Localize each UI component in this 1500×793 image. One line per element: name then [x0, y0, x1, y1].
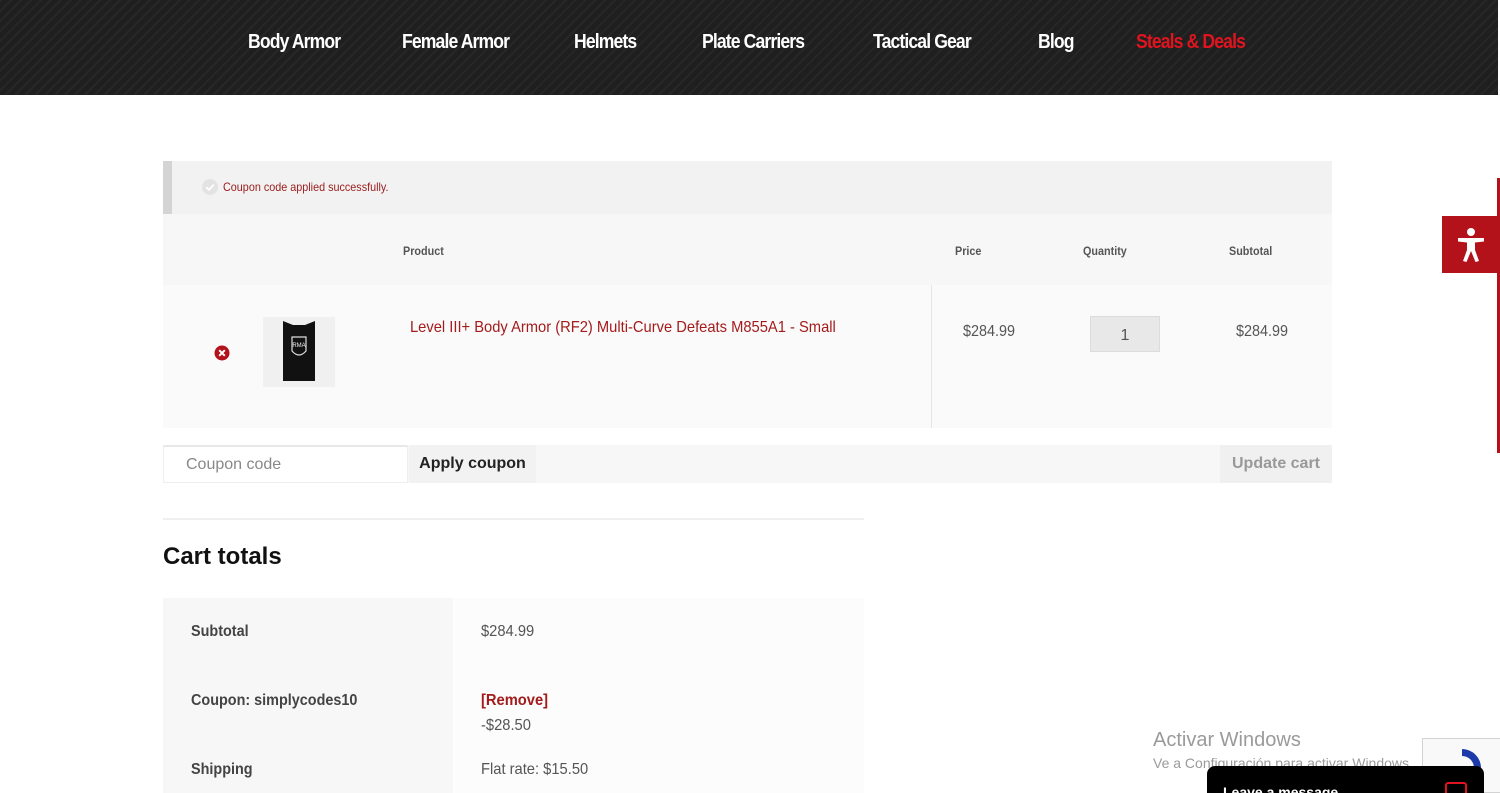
notice-message: Coupon code applied successfully. [223, 180, 389, 194]
totals-row-subtotal: Subtotal $284.99 [163, 598, 864, 667]
totals-separator [163, 518, 864, 520]
windows-activation-watermark: Activar Windows Ve a Configuración para … [1153, 729, 1413, 771]
nav-body-armor[interactable]: Body Armor [248, 28, 341, 56]
cart-item-row: RMA Level III+ Body Armor (RF2) Multi-Cu… [163, 285, 1332, 428]
nav-tactical-gear[interactable]: Tactical Gear [873, 28, 972, 56]
nav-female-armor[interactable]: Female Armor [402, 28, 510, 56]
update-cart-button[interactable]: Update cart [1220, 445, 1332, 483]
check-circle-icon [202, 179, 218, 195]
remove-coupon-link[interactable]: [Remove] [481, 692, 548, 709]
thumb-logo-text: RMA [292, 343, 305, 349]
watermark-title: Activar Windows [1153, 729, 1301, 751]
cart-totals-table: Subtotal $284.99 Coupon: simplycodes10 -… [163, 598, 864, 793]
totals-row-coupon: Coupon: simplycodes10 -$28.50 [Remove] [163, 667, 864, 736]
remove-item-icon[interactable] [214, 345, 230, 361]
nav-plate-carriers[interactable]: Plate Carriers [702, 28, 805, 56]
row-divider [931, 285, 932, 428]
coupon-code-input[interactable] [163, 445, 408, 483]
cart-table-header: Product Price Quantity Subtotal [163, 214, 1332, 285]
accessibility-button[interactable] [1442, 216, 1500, 273]
armor-plate-image: RMA [283, 321, 315, 381]
shipping-value: Flat rate: $15.50 [481, 761, 589, 778]
header-price: Price [955, 244, 982, 258]
shipping-label: Shipping [191, 761, 253, 778]
coupon-discount-value: -$28.50 [481, 717, 531, 734]
nav-steals-deals[interactable]: Steals & Deals [1136, 28, 1246, 56]
nav-blog[interactable]: Blog [1038, 28, 1074, 56]
item-subtotal: $284.99 [1236, 323, 1289, 340]
header-product: Product [403, 244, 444, 258]
quantity-input[interactable] [1090, 316, 1160, 352]
apply-coupon-button[interactable]: Apply coupon [409, 445, 536, 483]
cart-actions: Apply coupon Update cart [163, 445, 1332, 483]
accessibility-icon [1458, 227, 1484, 262]
chat-widget[interactable]: Leave a message [1207, 766, 1484, 793]
coupon-label: Coupon: simplycodes10 [191, 692, 358, 709]
chat-bubble-icon [1445, 782, 1467, 793]
nav-helmets[interactable]: Helmets [574, 28, 637, 56]
header-subtotal: Subtotal [1229, 244, 1273, 258]
product-link[interactable]: Level III+ Body Armor (RF2) Multi-Curve … [410, 319, 836, 337]
subtotal-label: Subtotal [191, 623, 249, 640]
subtotal-value: $284.99 [481, 623, 535, 640]
totals-row-shipping: Shipping Flat rate: $15.50 [163, 736, 864, 793]
top-navigation: Body Armor Female Armor Helmets Plate Ca… [0, 0, 1498, 95]
coupon-notice: Coupon code applied successfully. [163, 161, 1332, 214]
header-quantity: Quantity [1083, 244, 1127, 258]
product-thumbnail[interactable]: RMA [263, 317, 335, 387]
chat-label: Leave a message [1223, 784, 1339, 793]
cart-totals-title: Cart totals [163, 543, 282, 570]
item-price: $284.99 [963, 323, 1016, 340]
